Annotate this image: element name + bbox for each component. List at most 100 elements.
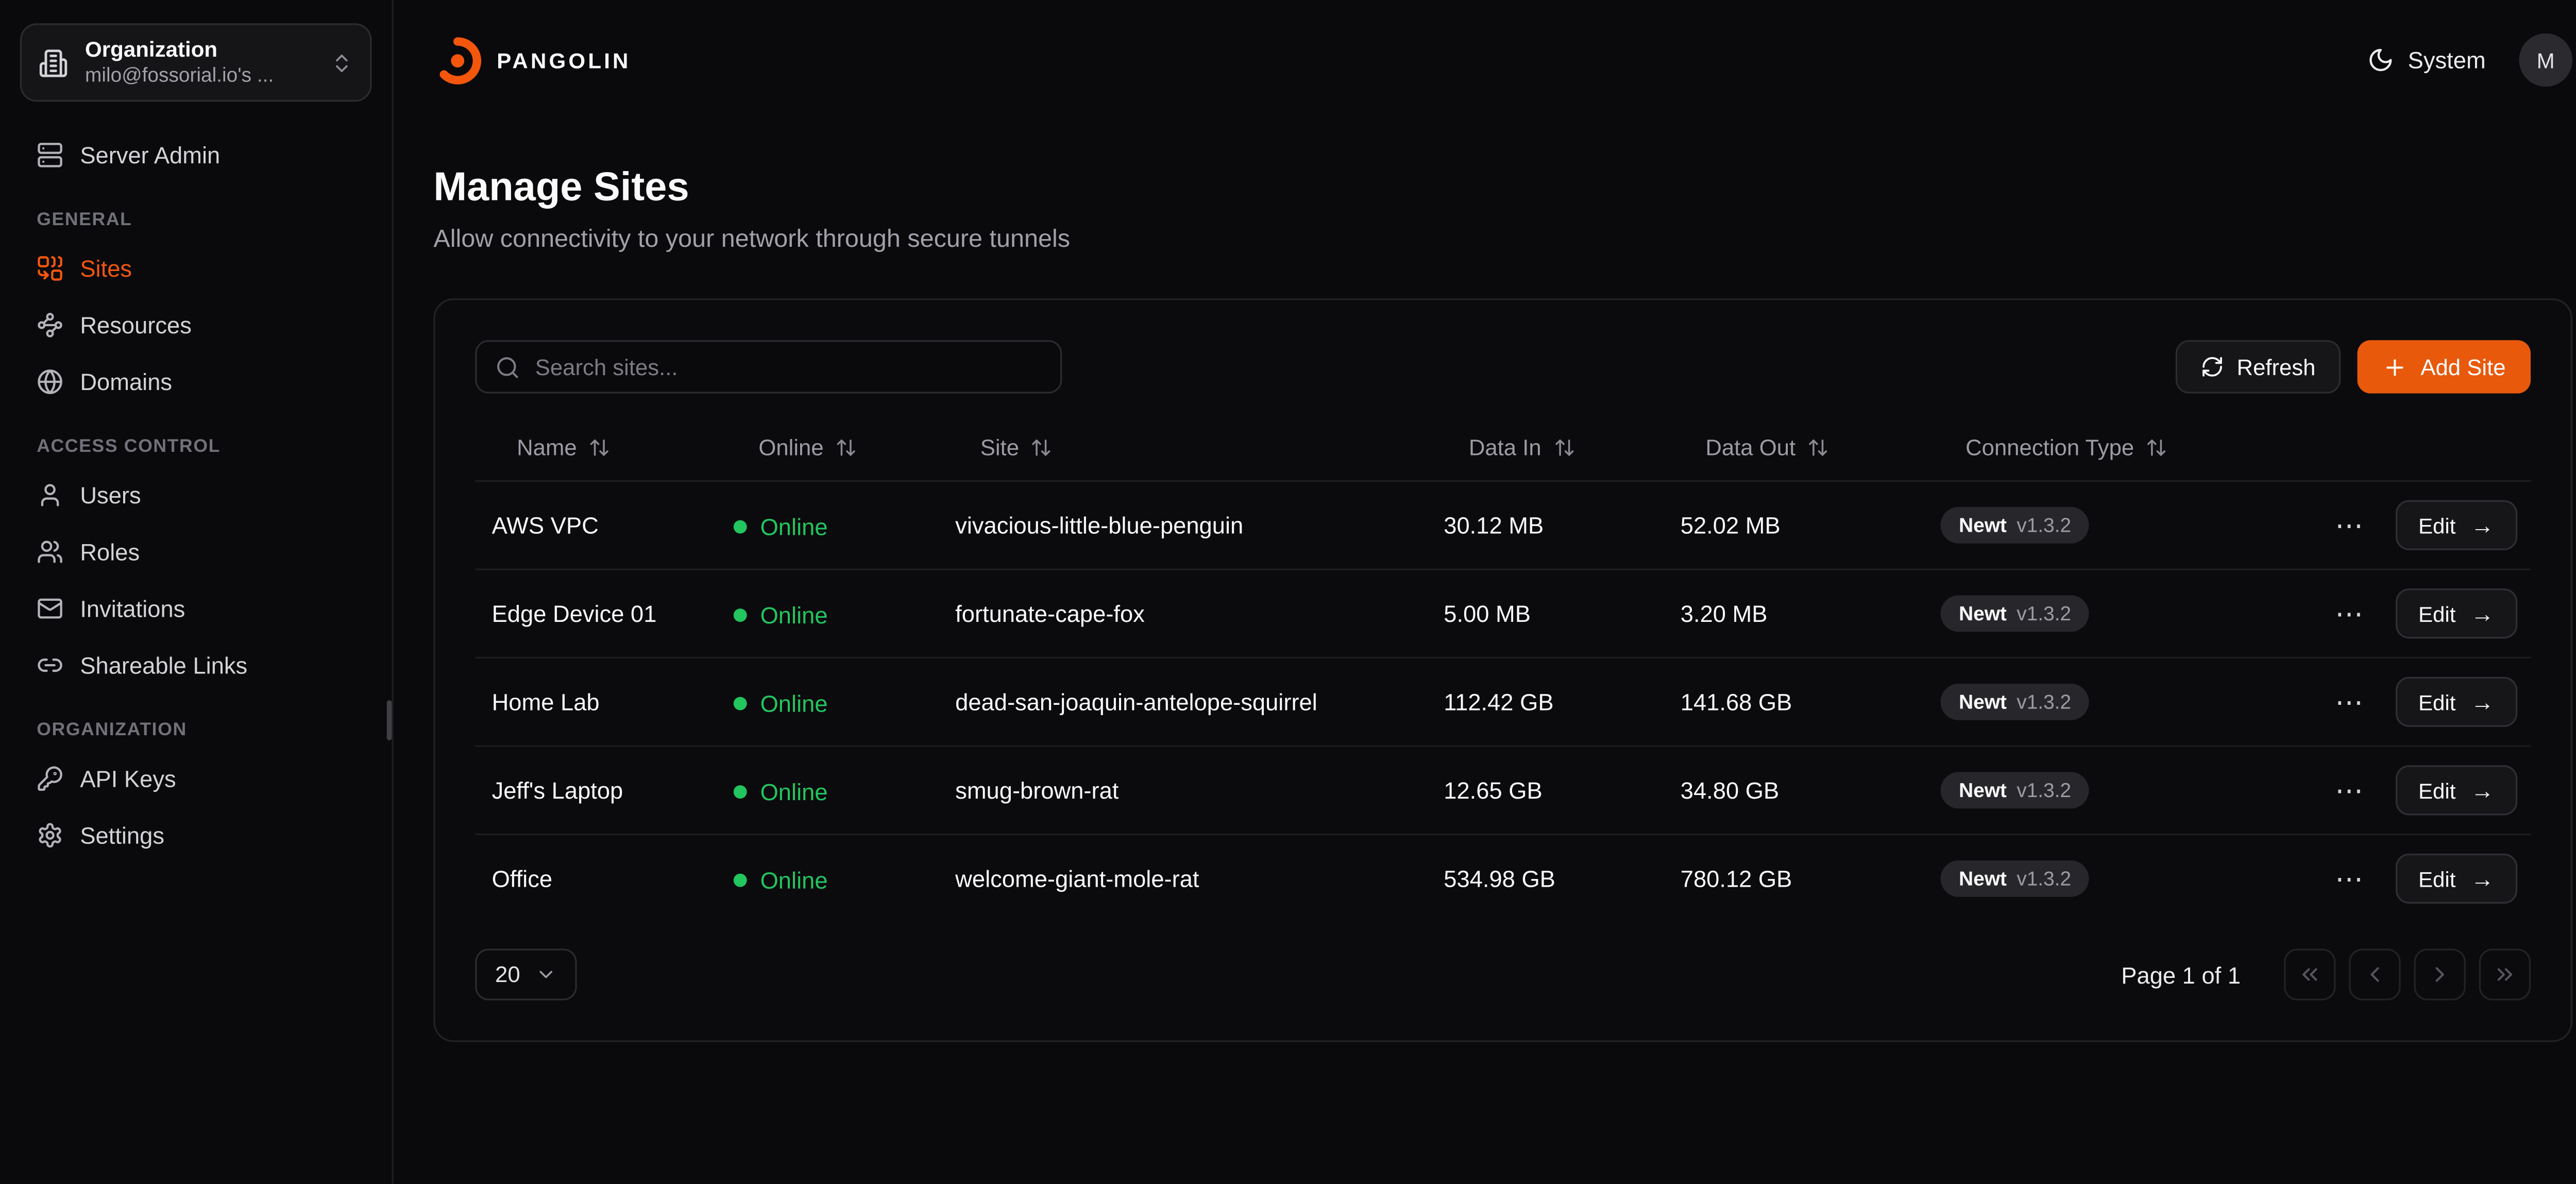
online-dot-icon	[734, 873, 747, 886]
arrow-right-icon: →	[2471, 512, 2494, 538]
edit-button[interactable]: Edit→	[2395, 765, 2518, 815]
sidebar-item-shareable-links[interactable]: Shareable Links	[20, 638, 372, 692]
edit-label: Edit	[2418, 513, 2456, 538]
organization-icon	[38, 47, 68, 77]
conn-name: Newt	[1959, 690, 2007, 714]
column-label: Connection Type	[1965, 434, 2134, 460]
cell-connection-type: Newtv1.3.2	[1924, 860, 2257, 897]
edit-button[interactable]: Edit →	[2395, 854, 2518, 904]
cell-data-out: 52.02 MB	[1664, 512, 1924, 538]
prev-page-button[interactable]	[2349, 949, 2400, 1000]
brand-logo[interactable]: PANGOLIN	[433, 36, 631, 84]
edit-button[interactable]: Edit→	[2395, 677, 2518, 727]
sort-icon	[2146, 436, 2167, 458]
edit-button[interactable]: Edit→	[2395, 588, 2518, 638]
org-switcher[interactable]: Organization milo@fossorial.io's ...	[20, 23, 372, 102]
chevron-down-icon	[535, 963, 557, 985]
connection-type-badge: Newtv1.3.2	[1941, 860, 2090, 897]
page-info: Page 1 of 1	[2121, 961, 2241, 988]
column-label: Data In	[1469, 434, 1541, 460]
search-input[interactable]	[535, 354, 1042, 380]
table-row: Office Online welcome-giant-mole-rat 534…	[475, 834, 2531, 922]
cell-name: AWS VPC	[475, 512, 717, 538]
refresh-button[interactable]: Refresh	[2175, 340, 2341, 394]
column-header-online[interactable]: Online	[717, 434, 938, 460]
cell-name: Edge Device 01	[475, 600, 717, 627]
gear-icon	[37, 822, 63, 849]
sidebar-item-api-keys[interactable]: API Keys	[20, 752, 372, 805]
column-label: Data Out	[1705, 434, 1795, 460]
online-dot-icon	[734, 696, 747, 709]
sidebar-item-label: Sites	[80, 255, 132, 282]
sidebar-item-roles[interactable]: Roles	[20, 525, 372, 579]
arrow-right-icon: →	[2471, 777, 2494, 804]
sites-card: Refresh Add Site Name O	[433, 298, 2572, 1042]
cell-actions: ⋯ Edit→	[2257, 677, 2531, 727]
resources-icon	[37, 312, 63, 339]
column-header-data-in[interactable]: Data In	[1427, 434, 1664, 460]
connection-type-badge: Newtv1.3.2	[1941, 595, 2090, 632]
cell-actions: ⋯ Edit →	[2257, 854, 2531, 904]
column-label: Site	[980, 434, 1019, 460]
moon-icon	[2368, 47, 2395, 74]
cell-site: smug-brown-rat	[939, 777, 1427, 804]
chevron-left-icon	[2362, 962, 2387, 987]
row-actions-menu-button[interactable]: ⋯	[2328, 593, 2370, 634]
topbar: PANGOLIN System M	[394, 0, 2576, 120]
sidebar-item-sites[interactable]: Sites	[20, 242, 372, 295]
cell-data-in: 5.00 MB	[1427, 600, 1664, 627]
sidebar-item-server-admin[interactable]: Server Admin	[20, 128, 372, 182]
cell-actions: ⋯ Edit →	[2257, 500, 2531, 550]
page-content: Manage Sites Allow connectivity to your …	[394, 120, 2576, 1042]
sidebar-item-label: Roles	[80, 538, 140, 565]
status-label: Online	[760, 778, 828, 805]
conn-name: Newt	[1959, 514, 2007, 537]
sidebar-item-settings[interactable]: Settings	[20, 808, 372, 862]
row-actions-menu-button[interactable]: ⋯	[2328, 769, 2370, 811]
brand-name: PANGOLIN	[497, 47, 631, 73]
column-header-connection-type[interactable]: Connection Type	[1924, 434, 2257, 460]
sidebar-item-resources[interactable]: Resources	[20, 298, 372, 352]
sidebar-item-label: Users	[80, 482, 141, 509]
pagination: Page 1 of 1	[2121, 949, 2531, 1000]
online-dot-icon	[734, 519, 747, 533]
edit-button[interactable]: Edit →	[2395, 500, 2518, 550]
first-page-button[interactable]	[2284, 949, 2335, 1000]
theme-toggle[interactable]: System	[2368, 47, 2486, 74]
refresh-label: Refresh	[2237, 354, 2316, 380]
column-header-data-out[interactable]: Data Out	[1664, 434, 1924, 460]
add-site-button[interactable]: Add Site	[2357, 340, 2531, 394]
cell-name: Home Lab	[475, 688, 717, 715]
sort-icon	[1553, 436, 1574, 458]
last-page-button[interactable]	[2479, 949, 2531, 1000]
chevron-right-icon	[2427, 962, 2452, 987]
conn-name: Newt	[1959, 602, 2007, 625]
edit-label: Edit	[2418, 866, 2456, 891]
cell-actions: ⋯ Edit→	[2257, 588, 2531, 638]
sidebar-item-invitations[interactable]: Invitations	[20, 582, 372, 635]
online-dot-icon	[734, 607, 747, 621]
conn-version: v1.3.2	[2016, 779, 2071, 802]
sidebar-item-domains[interactable]: Domains	[20, 355, 372, 409]
avatar[interactable]: M	[2519, 33, 2572, 87]
user-icon	[37, 482, 63, 509]
sidebar-item-users[interactable]: Users	[20, 468, 372, 522]
column-header-name[interactable]: Name	[475, 434, 717, 460]
row-actions-menu-button[interactable]: ⋯	[2328, 858, 2370, 900]
table-row: AWS VPC Online vivacious-little-blue-pen…	[475, 480, 2531, 569]
next-page-button[interactable]	[2414, 949, 2466, 1000]
sidebar-scrollbar-thumb[interactable]	[387, 700, 392, 740]
row-actions-menu-button[interactable]: ⋯	[2328, 681, 2370, 723]
arrow-right-icon: →	[2471, 865, 2494, 892]
cell-data-in: 534.98 GB	[1427, 865, 1664, 892]
pager-buttons	[2284, 949, 2531, 1000]
cell-connection-type: Newtv1.3.2	[1924, 507, 2257, 544]
column-header-site[interactable]: Site	[939, 434, 1427, 460]
conn-version: v1.3.2	[2016, 867, 2071, 890]
cell-connection-type: Newtv1.3.2	[1924, 595, 2257, 632]
org-switcher-title: Organization	[85, 37, 313, 63]
row-actions-menu-button[interactable]: ⋯	[2328, 504, 2370, 546]
cell-data-out: 141.68 GB	[1664, 688, 1924, 715]
page-size-select[interactable]: 20	[475, 949, 577, 1000]
mail-icon	[37, 595, 63, 622]
